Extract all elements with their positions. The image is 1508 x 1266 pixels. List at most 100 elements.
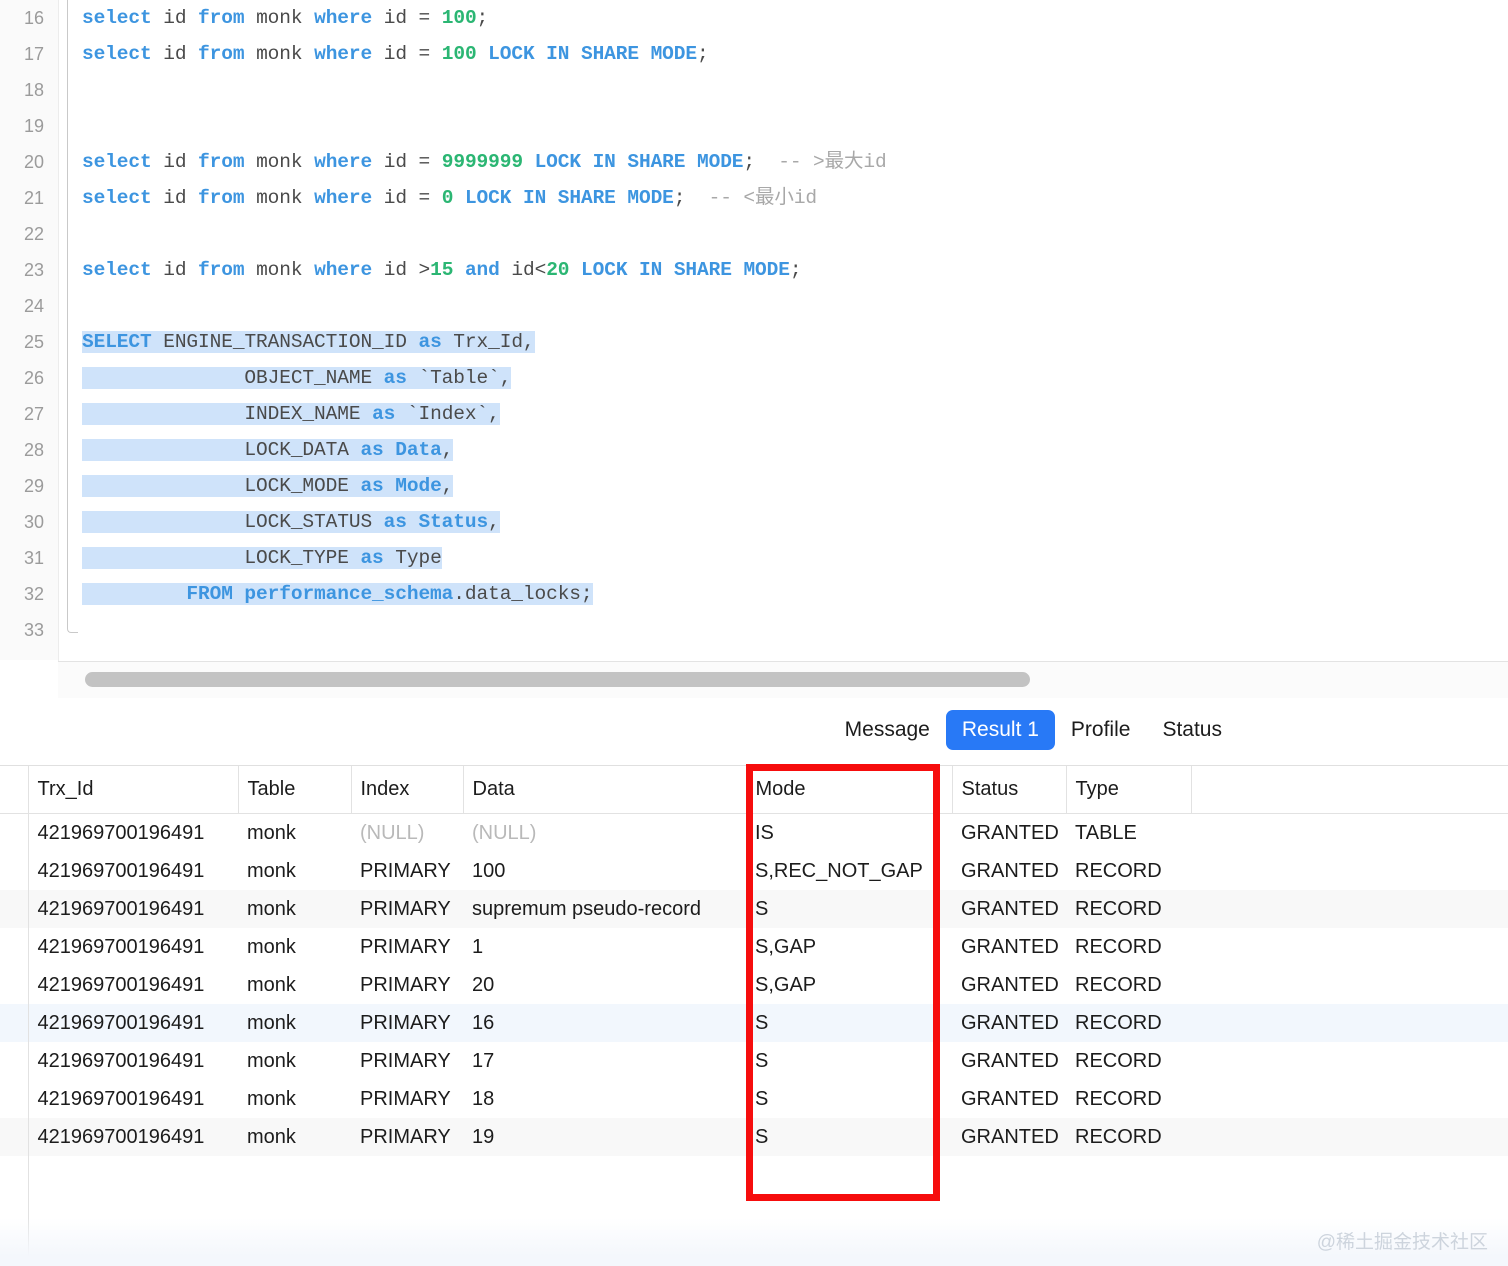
cell-trx_id[interactable]: 421969700196491: [28, 890, 238, 928]
cell-mode[interactable]: IS: [746, 813, 952, 852]
table-row[interactable]: 421969700196491 monk PRIMARY 100 S,REC_NOT_G…: [0, 852, 1508, 890]
cell-mode[interactable]: S,GAP: [746, 928, 952, 966]
cell-index[interactable]: PRIMARY: [351, 890, 463, 928]
row-gutter-cell[interactable]: [0, 1004, 29, 1042]
cell-index[interactable]: (NULL): [351, 813, 463, 852]
table-row[interactable]: 421969700196491 monk PRIMARY 18 S GRANTED RECO…: [0, 1080, 1508, 1118]
table-row[interactable]: 421969700196491 monk PRIMARY 16 S GRANTED RECO…: [0, 1004, 1508, 1042]
cell-status[interactable]: GRANTED: [952, 1118, 1066, 1156]
cell-trx_id[interactable]: 421969700196491: [28, 852, 238, 890]
cell-status[interactable]: GRANTED: [952, 813, 1066, 852]
cell-type[interactable]: RECORD: [1066, 928, 1191, 966]
cell-type[interactable]: RECORD: [1066, 966, 1191, 1004]
cell-data[interactable]: 18: [463, 1080, 746, 1118]
cell-index[interactable]: PRIMARY: [351, 852, 463, 890]
cell-index[interactable]: PRIMARY: [351, 928, 463, 966]
code-content[interactable]: select id from monk where id = 100; selec…: [82, 0, 1502, 660]
cell-type[interactable]: RECORD: [1066, 1118, 1191, 1156]
cell-table[interactable]: monk: [238, 1042, 351, 1080]
cell-type[interactable]: RECORD: [1066, 852, 1191, 890]
cell-table[interactable]: monk: [238, 852, 351, 890]
table-row[interactable]: 421969700196491 monk PRIMARY 17 S GRANTED RECO…: [0, 1042, 1508, 1080]
cell-data[interactable]: 1: [463, 928, 746, 966]
cell-status[interactable]: GRANTED: [952, 1004, 1066, 1042]
tab-status[interactable]: Status: [1146, 710, 1238, 750]
cell-trx_id[interactable]: 421969700196491: [28, 1118, 238, 1156]
cell-trx_id[interactable]: 421969700196491: [28, 928, 238, 966]
code-line-26[interactable]: OBJECT_NAME as `Table`,: [82, 360, 511, 396]
code-line-28[interactable]: LOCK_DATA as Data,: [82, 432, 453, 468]
cell-table[interactable]: monk: [238, 966, 351, 1004]
row-gutter-cell[interactable]: [0, 928, 29, 966]
tab-result-1[interactable]: Result 1: [945, 710, 1055, 750]
cell-mode[interactable]: S: [746, 1118, 952, 1156]
row-gutter-cell[interactable]: [0, 852, 29, 890]
row-gutter-cell[interactable]: [0, 1042, 29, 1080]
cell-status[interactable]: GRANTED: [952, 1042, 1066, 1080]
code-fold-bracket[interactable]: [67, 0, 78, 633]
table-row[interactable]: 421969700196491 monk PRIMARY 19 S GRANTED RECO…: [0, 1118, 1508, 1156]
column-header-type[interactable]: Type: [1066, 766, 1192, 814]
editor-horizontal-scrollbar[interactable]: [58, 661, 1508, 698]
row-gutter-cell[interactable]: [0, 966, 29, 1004]
scrollbar-thumb[interactable]: [85, 672, 1030, 687]
cell-status[interactable]: GRANTED: [952, 966, 1066, 1004]
code-line-30[interactable]: LOCK_STATUS as Status,: [82, 504, 500, 540]
code-line-32[interactable]: FROM performance_schema.data_locks;: [82, 576, 593, 612]
code-line-16[interactable]: select id from monk where id = 100;: [82, 0, 488, 36]
cell-status[interactable]: GRANTED: [952, 1080, 1066, 1118]
cell-data[interactable]: 19: [463, 1118, 746, 1156]
code-line-31[interactable]: LOCK_TYPE as Type: [82, 540, 442, 576]
result-grid[interactable]: Trx_Id Table Index Data Mode Status Type 42196…: [0, 766, 1508, 1266]
column-header-table[interactable]: Table: [238, 766, 352, 814]
code-line-20[interactable]: select id from monk where id = 9999999 L…: [82, 144, 887, 180]
cell-type[interactable]: TABLE: [1066, 813, 1191, 852]
cell-type[interactable]: RECORD: [1066, 1042, 1191, 1080]
cell-table[interactable]: monk: [238, 928, 351, 966]
row-gutter-cell[interactable]: [0, 890, 29, 928]
cell-data[interactable]: 20: [463, 966, 746, 1004]
tab-message[interactable]: Message: [829, 710, 946, 750]
column-header-trx_id[interactable]: Trx_Id: [28, 766, 239, 814]
cell-index[interactable]: PRIMARY: [351, 1080, 463, 1118]
cell-table[interactable]: monk: [238, 1118, 351, 1156]
cell-mode[interactable]: S,GAP: [746, 966, 952, 1004]
cell-table[interactable]: monk: [238, 813, 351, 852]
code-line-23[interactable]: select id from monk where id >15 and id<…: [82, 252, 802, 288]
cell-table[interactable]: monk: [238, 1004, 351, 1042]
table-row[interactable]: 421969700196491 monk (NULL) (NULL) IS GRANTED…: [0, 813, 1508, 852]
cell-mode[interactable]: S: [746, 1042, 952, 1080]
table-row[interactable]: 421969700196491 monk PRIMARY supremum pseud…: [0, 890, 1508, 928]
cell-status[interactable]: GRANTED: [952, 928, 1066, 966]
cell-trx_id[interactable]: 421969700196491: [28, 966, 238, 1004]
sql-editor[interactable]: 16 17 18 19 20 21 22 23 24 25 26 27 28 29 30 31 32 33 sel…: [0, 0, 1508, 660]
column-header-mode[interactable]: Mode: [746, 766, 953, 814]
cell-data[interactable]: supremum pseudo-record: [463, 890, 746, 928]
code-line-25[interactable]: SELECT ENGINE_TRANSACTION_ID as Trx_Id,: [82, 324, 535, 360]
cell-type[interactable]: RECORD: [1066, 890, 1191, 928]
cell-index[interactable]: PRIMARY: [351, 1118, 463, 1156]
cell-mode[interactable]: S,REC_NOT_GAP: [746, 852, 952, 890]
cell-trx_id[interactable]: 421969700196491: [28, 1080, 238, 1118]
table-row[interactable]: 421969700196491 monk PRIMARY 1 S,GAP GRANTED R…: [0, 928, 1508, 966]
row-gutter-cell[interactable]: [0, 813, 29, 852]
cell-trx_id[interactable]: 421969700196491: [28, 813, 238, 852]
column-header-data[interactable]: Data: [463, 766, 747, 814]
cell-index[interactable]: PRIMARY: [351, 966, 463, 1004]
code-line-21[interactable]: select id from monk where id = 0 LOCK IN…: [82, 180, 817, 216]
cell-type[interactable]: RECORD: [1066, 1004, 1191, 1042]
code-line-29[interactable]: LOCK_MODE as Mode,: [82, 468, 453, 504]
cell-data[interactable]: (NULL): [463, 813, 746, 852]
cell-trx_id[interactable]: 421969700196491: [28, 1042, 238, 1080]
cell-table[interactable]: monk: [238, 1080, 351, 1118]
cell-table[interactable]: monk: [238, 890, 351, 928]
cell-index[interactable]: PRIMARY: [351, 1004, 463, 1042]
cell-trx_id[interactable]: 421969700196491: [28, 1004, 238, 1042]
row-gutter-cell[interactable]: [0, 1118, 29, 1156]
cell-type[interactable]: RECORD: [1066, 1080, 1191, 1118]
cell-mode[interactable]: S: [746, 1080, 952, 1118]
cell-data[interactable]: 17: [463, 1042, 746, 1080]
code-line-17[interactable]: select id from monk where id = 100 LOCK …: [82, 36, 709, 72]
cell-data[interactable]: 16: [463, 1004, 746, 1042]
table-row[interactable]: 421969700196491 monk PRIMARY 20 S,GAP GRANTED…: [0, 966, 1508, 1004]
